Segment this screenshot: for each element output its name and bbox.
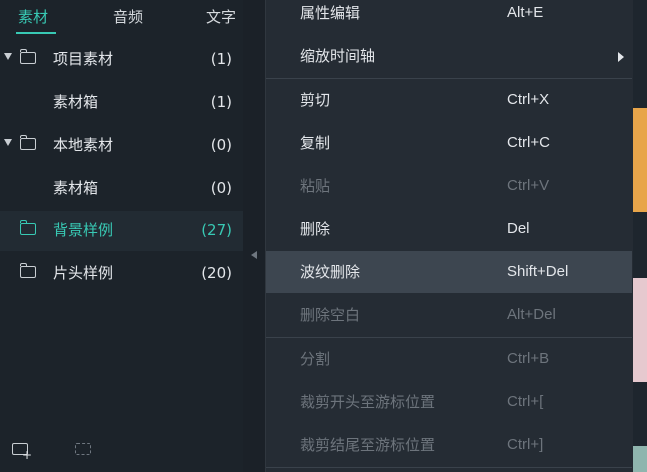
menu-item-shortcut: Ctrl+B — [507, 350, 550, 367]
menu-item-properties[interactable]: 属性编辑 Alt+E — [266, 0, 632, 34]
menu-item-label: 删除 — [300, 220, 331, 238]
menu-item-shortcut: Ctrl+C — [507, 134, 550, 151]
tree-item-count: (27) — [201, 221, 232, 239]
menu-item-ripple-delete[interactable]: 波纹删除 Shift+Del — [266, 251, 632, 293]
tree-item-count: (20) — [201, 264, 232, 282]
menu-item-split[interactable]: 分割 Ctrl+B — [266, 340, 632, 380]
tree-item-label: 背景样例 — [53, 221, 114, 239]
menu-separator — [266, 337, 632, 338]
tree-item-intro-samples[interactable]: 片头样例 (20) — [0, 254, 243, 294]
menu-item-delete[interactable]: 删除 Del — [266, 210, 632, 250]
editor-window: 素材 音频 文字 项目素材 (1) 素材箱 (1) 本地素材 (0) 素材箱 (… — [0, 0, 647, 472]
menu-item-label: 分割 — [300, 350, 331, 368]
menu-item-label: 裁剪结尾至游标位置 — [300, 436, 436, 454]
submenu-arrow-icon — [618, 52, 624, 62]
menu-item-label: 粘贴 — [300, 177, 331, 195]
folder-icon[interactable] — [75, 440, 95, 458]
timeline-clip[interactable] — [633, 108, 647, 212]
menu-item-delete-gap[interactable]: 删除空白 Alt+Del — [266, 296, 632, 336]
menu-item-trim-start[interactable]: 裁剪开头至游标位置 Ctrl+[ — [266, 383, 632, 423]
tree-item-label: 片头样例 — [53, 264, 114, 282]
expand-caret-icon[interactable] — [4, 53, 12, 60]
media-library-panel: 素材 音频 文字 项目素材 (1) 素材箱 (1) 本地素材 (0) 素材箱 (… — [0, 0, 243, 472]
tree-item-count: (0) — [210, 136, 232, 154]
tree-item-project-bin[interactable]: 素材箱 (1) — [0, 83, 243, 123]
timeline-edge — [633, 0, 647, 472]
tree-item-label: 本地素材 — [53, 136, 114, 154]
folder-icon — [19, 220, 36, 235]
menu-item-zoom-timeline[interactable]: 缩放时间轴 — [266, 37, 632, 77]
collapse-arrow-icon[interactable] — [251, 251, 257, 259]
menu-item-label: 裁剪开头至游标位置 — [300, 393, 436, 411]
tree-item-count: (0) — [210, 179, 232, 197]
menu-item-trim-end[interactable]: 裁剪结尾至游标位置 Ctrl+] — [266, 426, 632, 466]
tree-item-local-bin[interactable]: 素材箱 (0) — [0, 169, 243, 209]
menu-separator — [266, 78, 632, 79]
menu-item-label: 缩放时间轴 — [300, 47, 376, 65]
tab-media[interactable]: 素材 — [18, 6, 48, 28]
tree-item-label: 素材箱 — [53, 179, 99, 197]
library-tabs: 素材 音频 文字 — [0, 0, 243, 36]
folder-icon — [19, 135, 36, 150]
menu-item-label: 复制 — [300, 134, 331, 152]
tree-item-project-media[interactable]: 项目素材 (1) — [0, 40, 243, 80]
folder-icon — [19, 263, 36, 278]
expand-caret-icon[interactable] — [4, 139, 12, 146]
menu-item-shortcut: Ctrl+X — [507, 91, 550, 108]
tree-item-background-samples[interactable]: 背景样例 (27) — [0, 211, 243, 251]
menu-item-label: 剪切 — [300, 91, 331, 109]
menu-item-shortcut: Del — [507, 220, 530, 237]
tab-text[interactable]: 文字 — [206, 6, 236, 28]
tree-item-local-media[interactable]: 本地素材 (0) — [0, 126, 243, 166]
menu-item-shortcut: Alt+Del — [507, 306, 556, 323]
tree-item-count: (1) — [210, 93, 232, 111]
menu-item-copy[interactable]: 复制 Ctrl+C — [266, 124, 632, 164]
menu-item-label: 删除空白 — [300, 306, 361, 324]
new-folder-icon[interactable]: + — [12, 440, 32, 461]
tree-item-count: (1) — [210, 50, 232, 68]
menu-item-shortcut: Shift+Del — [507, 263, 569, 280]
panel-splitter[interactable] — [243, 0, 265, 472]
tree-item-label: 项目素材 — [53, 50, 114, 68]
menu-item-shortcut: Ctrl+V — [507, 177, 550, 194]
timeline-clip[interactable] — [633, 446, 647, 472]
menu-item-cut[interactable]: 剪切 Ctrl+X — [266, 81, 632, 121]
context-menu: 属性编辑 Alt+E 缩放时间轴 剪切 Ctrl+X 复制 Ctrl+C 粘贴 … — [265, 0, 634, 472]
active-tab-indicator — [16, 32, 56, 34]
menu-item-label: 属性编辑 — [300, 4, 361, 22]
menu-item-shortcut: Ctrl+[ — [507, 393, 544, 410]
folder-icon — [19, 49, 36, 64]
menu-separator — [266, 467, 632, 468]
timeline-clip[interactable] — [633, 278, 647, 382]
menu-item-shortcut: Alt+E — [507, 4, 544, 21]
menu-item-shortcut: Ctrl+] — [507, 436, 544, 453]
tab-audio[interactable]: 音频 — [113, 6, 143, 28]
menu-item-paste[interactable]: 粘贴 Ctrl+V — [266, 167, 632, 207]
tree-item-label: 素材箱 — [53, 93, 99, 111]
menu-item-label: 波纹删除 — [300, 263, 361, 281]
